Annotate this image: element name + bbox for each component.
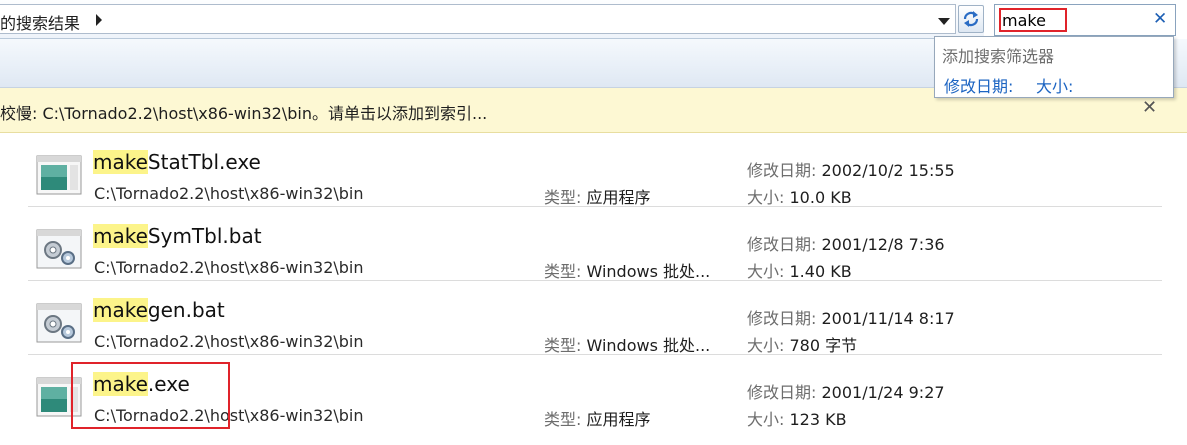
file-path: C:\Tornado2.2\host\x86-win32\bin	[94, 184, 364, 203]
size-label: 大小:	[747, 262, 785, 281]
batch-gear-icon	[36, 229, 82, 269]
match-highlight: make	[93, 298, 148, 322]
refresh-icon	[963, 11, 979, 27]
address-box[interactable]: 的搜索结果	[0, 4, 956, 34]
search-filter-dropdown: 添加搜索筛选器 修改日期: 大小:	[934, 36, 1174, 98]
search-results-list: makeStatTbl.exe C:\Tornado2.2\host\x86-w…	[0, 133, 1187, 445]
file-path: C:\Tornado2.2\host\x86-win32\bin	[94, 332, 364, 351]
address-history-dropdown-icon[interactable]	[938, 18, 950, 25]
type-label: 类型:	[544, 188, 582, 207]
modified-label: 修改日期:	[747, 309, 817, 328]
file-name[interactable]: makegen.bat	[93, 298, 225, 322]
file-size: 大小: 1.40 KB	[747, 258, 852, 282]
size-value: 780 字节	[789, 336, 858, 355]
file-type: 类型: 应用程序	[544, 184, 651, 208]
modified-value: 2001/12/8 7:36	[821, 235, 945, 254]
match-highlight: make	[93, 224, 148, 248]
file-modified: 修改日期: 2001/1/24 9:27	[747, 379, 945, 403]
match-highlight: make	[93, 150, 148, 174]
search-input[interactable]	[999, 8, 1152, 32]
file-modified: 修改日期: 2002/10/2 15:55	[747, 157, 955, 181]
address-bar: 的搜索结果	[0, 0, 984, 39]
size-label: 大小:	[747, 410, 785, 429]
size-value: 10.0 KB	[789, 188, 852, 207]
modified-value: 2001/1/24 9:27	[821, 383, 945, 402]
size-label: 大小:	[747, 336, 785, 355]
info-bar-message[interactable]: 校慢: C:\Tornado2.2\host\x86-win32\bin。请单击…	[0, 100, 487, 124]
modified-value: 2002/10/2 15:55	[821, 161, 955, 180]
result-row[interactable]: makeSymTbl.bat C:\Tornado2.2\host\x86-wi…	[28, 207, 1162, 281]
clear-search-icon[interactable]: ✕	[1153, 9, 1167, 29]
type-label: 类型:	[544, 262, 582, 281]
file-size: 大小: 10.0 KB	[747, 184, 852, 208]
filter-size[interactable]: 大小:	[1036, 73, 1073, 97]
file-modified: 修改日期: 2001/12/8 7:36	[747, 231, 945, 255]
modified-label: 修改日期:	[747, 161, 817, 180]
type-value: Windows 批处...	[586, 262, 711, 281]
file-type: 类型: Windows 批处...	[544, 332, 710, 356]
refresh-button[interactable]	[958, 5, 984, 33]
file-type: 类型: 应用程序	[544, 406, 651, 430]
exe-icon	[36, 155, 82, 195]
search-box: ✕	[994, 4, 1176, 36]
modified-label: 修改日期:	[747, 383, 817, 402]
file-name-rest: gen.bat	[147, 298, 225, 322]
file-type: 类型: Windows 批处...	[544, 258, 710, 282]
modified-value: 2001/11/14 8:17	[821, 309, 955, 328]
file-size: 大小: 123 KB	[747, 406, 847, 430]
batch-gear-icon	[36, 303, 82, 343]
file-size: 大小: 780 字节	[747, 332, 857, 356]
file-path: C:\Tornado2.2\host\x86-win32\bin	[94, 258, 364, 277]
file-name[interactable]: make.exe	[93, 372, 190, 396]
type-value: 应用程序	[586, 188, 651, 207]
file-modified: 修改日期: 2001/11/14 8:17	[747, 305, 955, 329]
file-name-rest: StatTbl.exe	[147, 150, 261, 174]
size-value: 1.40 KB	[789, 262, 852, 281]
result-row[interactable]: make.exe C:\Tornado2.2\host\x86-win32\bi…	[28, 355, 1162, 429]
result-row[interactable]: makeStatTbl.exe C:\Tornado2.2\host\x86-w…	[28, 133, 1162, 207]
file-name-rest: .exe	[147, 372, 190, 396]
size-label: 大小:	[747, 188, 785, 207]
size-value: 123 KB	[789, 410, 847, 429]
file-name[interactable]: makeSymTbl.bat	[93, 224, 262, 248]
file-path: C:\Tornado2.2\host\x86-win32\bin	[94, 406, 364, 425]
type-label: 类型:	[544, 336, 582, 355]
type-value: Windows 批处...	[586, 336, 711, 355]
add-search-filter-label: 添加搜索筛选器	[942, 47, 1055, 66]
filter-date-modified[interactable]: 修改日期:	[944, 73, 1013, 97]
result-row[interactable]: makegen.bat C:\Tornado2.2\host\x86-win32…	[28, 281, 1162, 355]
file-name-rest: SymTbl.bat	[147, 224, 262, 248]
type-value: 应用程序	[586, 410, 651, 429]
breadcrumb-search-results[interactable]: 的搜索结果	[0, 10, 80, 34]
breadcrumb-chevron-icon[interactable]	[96, 14, 102, 26]
match-highlight: make	[93, 372, 148, 396]
exe-icon	[36, 377, 82, 417]
file-name[interactable]: makeStatTbl.exe	[93, 150, 261, 174]
type-label: 类型:	[544, 410, 582, 429]
modified-label: 修改日期:	[747, 235, 817, 254]
close-icon[interactable]: ✕	[1142, 97, 1157, 118]
